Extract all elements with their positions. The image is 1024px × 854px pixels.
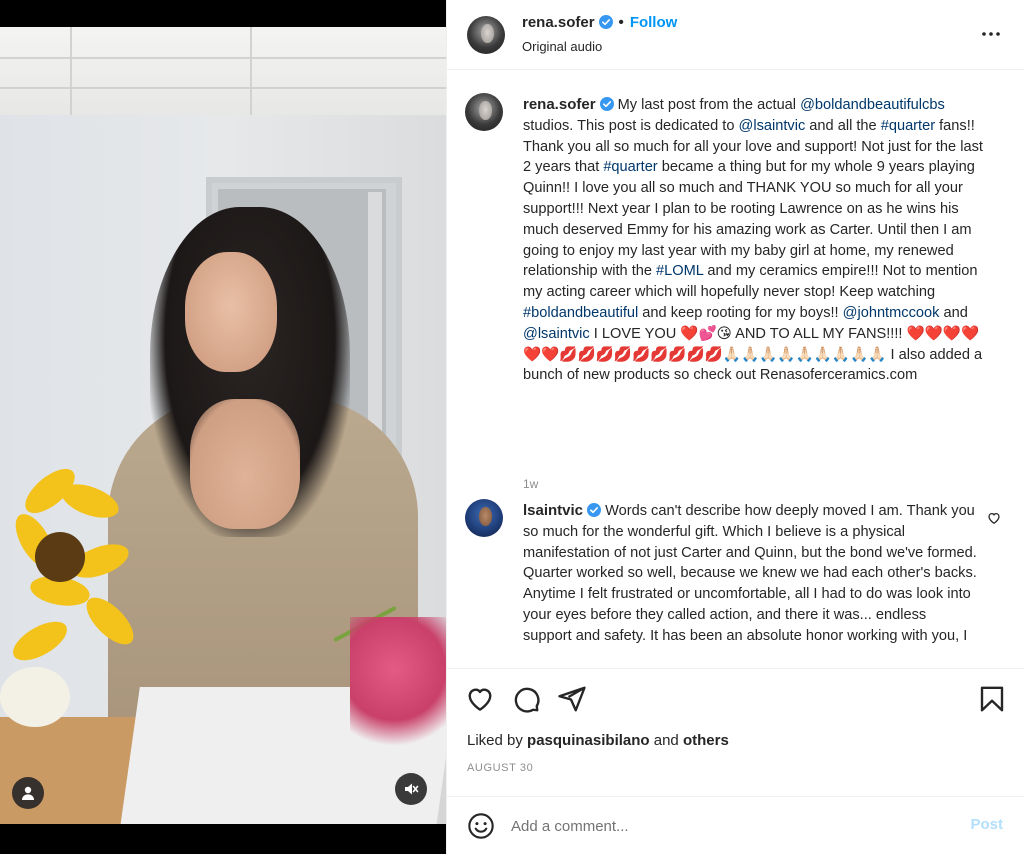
caption-segment: studios. This post is dedicated to (523, 117, 739, 134)
hashtag-link[interactable]: #quarter (603, 159, 657, 175)
liked-user-link[interactable]: pasquinasibilano (527, 732, 650, 749)
emoji-group: ❤️💕😘 (680, 324, 732, 342)
person-hands (190, 399, 300, 529)
caption-segment: My last post from the actual (613, 97, 801, 113)
post-media[interactable] (0, 0, 446, 854)
comment-body: Words can't describe how deeply moved I … (523, 503, 977, 644)
post-header: rena.sofer • Follow Original audio (447, 0, 1024, 70)
pink-flowers (350, 617, 446, 747)
comment-text: lsaintvic Words can't describe how deepl… (523, 501, 977, 647)
caption-username[interactable]: rena.sofer (523, 96, 596, 113)
video-frame[interactable] (0, 27, 446, 824)
comments-section[interactable]: rena.sofer My last post from the actual … (447, 71, 1024, 667)
like-comment-icon[interactable] (987, 511, 1001, 525)
verified-icon (599, 97, 614, 111)
comment-composer: Post (447, 796, 1024, 854)
audio-link[interactable]: Original audio (522, 39, 602, 54)
ceiling (0, 27, 446, 115)
more-icon[interactable] (979, 22, 1003, 46)
likes-and: and (649, 732, 683, 749)
caption-text: rena.sofer My last post from the actual … (523, 95, 991, 386)
mention-link[interactable]: @lsaintvic (739, 118, 806, 134)
sunflowers (0, 457, 160, 737)
verified-icon (587, 503, 602, 517)
post-date[interactable]: AUGUST 30 (467, 762, 533, 774)
mute-icon (405, 783, 419, 795)
header-user: rena.sofer • Follow (522, 14, 677, 31)
caption-segment: and (939, 304, 968, 321)
header-username[interactable]: rena.sofer (522, 14, 595, 31)
comment-avatar[interactable] (465, 499, 503, 537)
comment-username[interactable]: lsaintvic (523, 502, 583, 519)
separator-dot: • (618, 14, 624, 31)
action-bar: Liked by pasquinasibilano and others AUG… (447, 668, 1024, 796)
caption-segment: and all the (805, 117, 881, 134)
caption-segment: became a thing but for my whole 9 years … (523, 159, 975, 280)
mention-link[interactable]: @lsaintvic (523, 326, 590, 342)
mention-link[interactable]: @boldandbeautifulcbs (800, 97, 945, 113)
comment-icon[interactable] (511, 684, 541, 714)
caption-segment: I LOVE YOU (589, 325, 681, 342)
post-panel: rena.sofer • Follow Original audio rena.so… (446, 0, 1024, 854)
user-tag-button[interactable] (12, 777, 44, 809)
caption-timestamp[interactable]: 1w (523, 477, 538, 491)
avatar[interactable] (467, 16, 505, 54)
user-icon (22, 786, 34, 800)
bookmark-icon[interactable] (977, 684, 1007, 714)
follow-button[interactable]: Follow (630, 14, 678, 31)
caption-segment: and keep rooting for my boys!! (638, 304, 843, 321)
likes-prefix: Liked by (467, 732, 528, 749)
post-button[interactable]: Post (970, 816, 1003, 833)
mention-link[interactable]: @johntmccook (843, 305, 940, 321)
hashtag-link[interactable]: #quarter (881, 118, 935, 134)
emoji-icon[interactable] (467, 812, 495, 840)
hashtag-link[interactable]: #LOML (656, 263, 703, 279)
heart-icon[interactable] (465, 684, 495, 714)
comment-input[interactable] (511, 813, 931, 839)
verified-icon (598, 15, 613, 29)
caption-avatar[interactable] (465, 93, 503, 131)
caption-segment: AND TO ALL MY FANS!!!! (731, 325, 907, 342)
liked-others-link[interactable]: others (683, 732, 729, 749)
hashtag-link[interactable]: #boldandbeautiful (523, 305, 638, 321)
mute-button[interactable] (395, 773, 427, 805)
share-icon[interactable] (557, 684, 587, 714)
likes-summary: Liked by pasquinasibilano and others (467, 732, 729, 749)
person-face (185, 252, 277, 372)
